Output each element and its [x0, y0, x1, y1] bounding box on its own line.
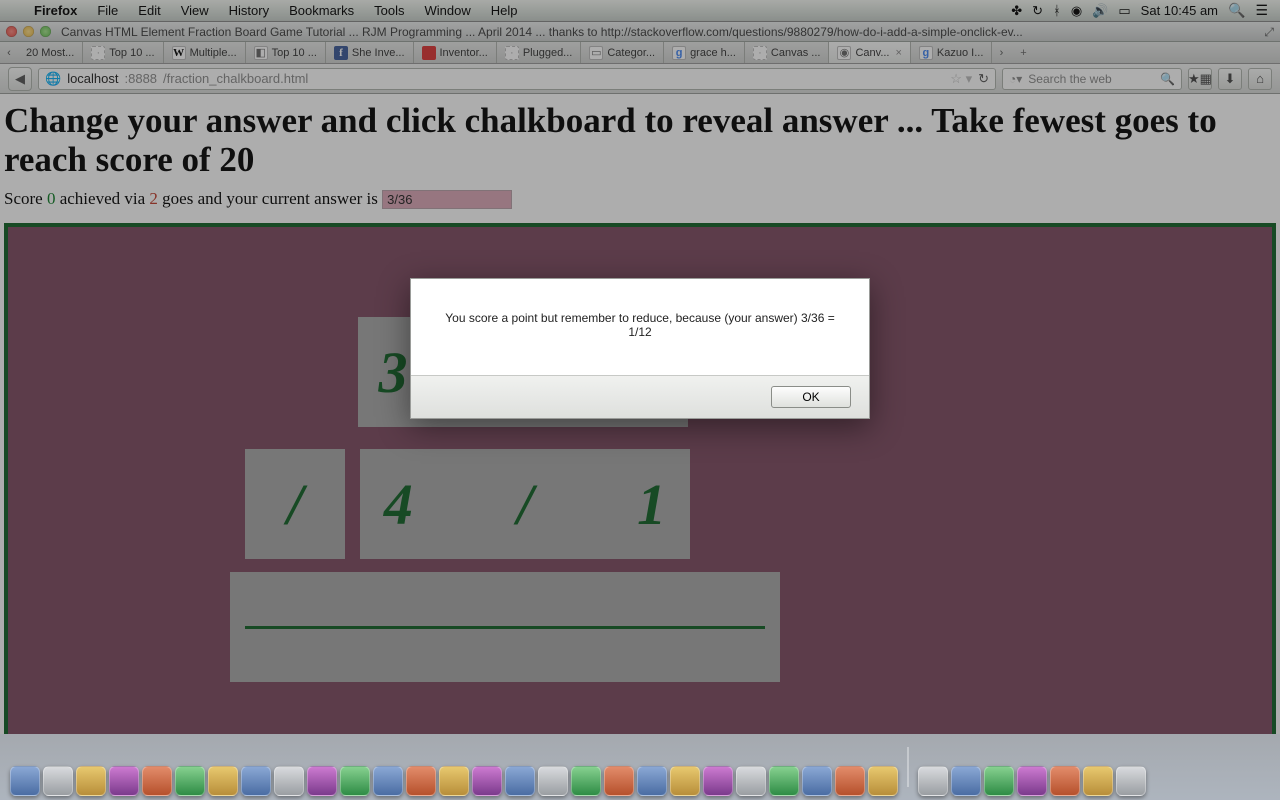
dock-app-icon[interactable] [802, 766, 832, 796]
dock-app-icon[interactable] [439, 766, 469, 796]
dock-app-icon[interactable] [637, 766, 667, 796]
dock-app-icon[interactable] [538, 766, 568, 796]
dock-app-icon[interactable] [1083, 766, 1113, 796]
alert-message: You score a point but remember to reduce… [411, 279, 869, 375]
dock-trash-icon[interactable] [1116, 766, 1146, 796]
dock-app-icon[interactable] [307, 766, 337, 796]
dock-app-icon[interactable] [951, 766, 981, 796]
dock-app-icon[interactable] [703, 766, 733, 796]
dock-app-icon[interactable] [76, 766, 106, 796]
dock-app-icon[interactable] [175, 766, 205, 796]
dock-app-icon[interactable] [1017, 766, 1047, 796]
dock-app-icon[interactable] [406, 766, 436, 796]
dock-app-icon[interactable] [1050, 766, 1080, 796]
dock-app-icon[interactable] [670, 766, 700, 796]
dock-app-icon[interactable] [769, 766, 799, 796]
alert-ok-button[interactable]: OK [771, 386, 851, 408]
dock-app-icon[interactable] [142, 766, 172, 796]
dock-app-icon[interactable] [835, 766, 865, 796]
dock-divider [907, 747, 909, 787]
dock-app-icon[interactable] [208, 766, 238, 796]
dock-app-icon[interactable] [109, 766, 139, 796]
dock-app-icon[interactable] [472, 766, 502, 796]
dock-app-icon[interactable] [736, 766, 766, 796]
dock-app-icon[interactable] [505, 766, 535, 796]
alert-dialog: You score a point but remember to reduce… [410, 278, 870, 419]
dock-app-icon[interactable] [43, 766, 73, 796]
dock-app-icon[interactable] [918, 766, 948, 796]
dock-app-icon[interactable] [868, 766, 898, 796]
dock [0, 734, 1280, 800]
dock-app-icon[interactable] [984, 766, 1014, 796]
dock-app-icon[interactable] [571, 766, 601, 796]
dock-app-icon[interactable] [10, 766, 40, 796]
dock-app-icon[interactable] [340, 766, 370, 796]
dock-app-icon[interactable] [274, 766, 304, 796]
dock-app-icon[interactable] [241, 766, 271, 796]
dock-app-icon[interactable] [373, 766, 403, 796]
dock-app-icon[interactable] [604, 766, 634, 796]
